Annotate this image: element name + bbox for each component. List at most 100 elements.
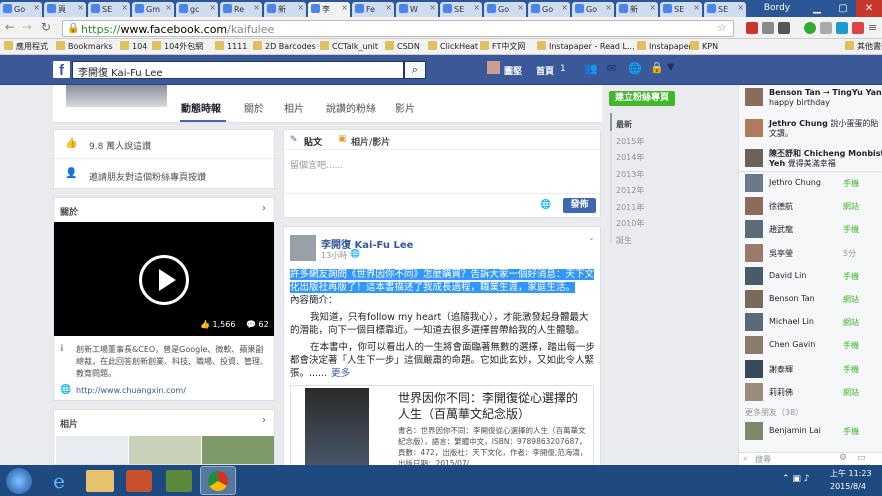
fb-search-input[interactable]: 李開復 Kai-Fu Lee [72,61,404,79]
bookmark-item[interactable]: 104 [120,41,147,51]
close-tab-icon[interactable]: × [385,3,392,12]
bookmark-item[interactable]: Instapaper [637,41,692,51]
extension-icon[interactable] [762,22,774,34]
close-tab-icon[interactable]: × [429,3,436,12]
facebook-logo-icon[interactable]: f [53,61,70,79]
bookmark-item[interactable]: CCTalk_unit [320,41,378,51]
forward-icon[interactable]: → [22,20,32,34]
publish-button[interactable]: 發佈 [563,198,596,213]
reload-icon[interactable]: ↻ [41,20,51,34]
internet-explorer-icon[interactable]: e [46,469,72,493]
close-tab-icon[interactable]: × [77,3,84,12]
minimize-icon[interactable]: ▁ [804,0,830,17]
audience-icon[interactable]: 🌐 [540,200,551,210]
avatar[interactable] [487,61,500,74]
timeline-year[interactable]: 2014年 [616,152,644,163]
close-tab-icon[interactable]: × [693,3,700,12]
bookmark-item[interactable]: 其他書籤 [845,41,882,52]
browser-tab[interactable]: SE × [440,2,482,17]
bookmark-item[interactable]: ClickHeat [428,41,478,51]
browser-tab[interactable]: Go × [528,2,570,17]
chat-settings-icon[interactable]: ⚙ [839,453,847,463]
composer-input[interactable]: 留個言吧...... [290,158,343,171]
close-tab-icon[interactable]: × [297,3,304,12]
timeline-year[interactable]: 最新 [616,119,632,130]
extension-icon[interactable] [804,22,816,34]
close-tab-icon[interactable]: × [605,3,612,12]
timeline-year[interactable]: 2013年 [616,169,644,180]
photo-thumbnail[interactable] [56,436,128,464]
close-tab-icon[interactable]: × [561,3,568,12]
browser-tab[interactable]: SE × [704,2,746,17]
chevron-right-icon[interactable]: › [262,203,266,214]
browser-tab[interactable]: SE × [660,2,702,17]
profile-tab[interactable]: 關於 [244,100,264,115]
close-window-icon[interactable]: ✕ [856,0,882,17]
media-player-icon[interactable] [126,470,152,492]
browser-tab[interactable]: Fe × [352,2,394,17]
bookmark-item[interactable]: Instapaper - Read L... [537,41,635,51]
search-icon[interactable]: ⌕ [404,61,426,79]
video-player[interactable]: 👍 1,566 💬 62 [54,222,274,336]
see-more-link[interactable]: 更多 [331,368,350,379]
status-tab[interactable]: 貼文 [304,135,322,148]
timeline-year[interactable]: 2010年 [616,218,644,229]
bookmark-item[interactable]: 104外包網 [152,41,203,52]
chevron-right-icon[interactable]: › [262,415,266,426]
browser-tab[interactable]: 新 × [264,2,306,17]
browser-tab[interactable]: Go × [484,2,526,17]
browser-tab[interactable]: SE × [88,2,130,17]
chevron-down-icon[interactable]: ⌄ [588,233,595,242]
chat-search[interactable]: ⌕ 搜尋 ⚙ ▭ [738,452,882,465]
clock-date[interactable]: 2015/8/4 [830,482,866,491]
play-button[interactable] [139,255,189,305]
profile-tab[interactable]: 影片 [395,100,415,115]
bookmark-item[interactable]: CSDN [385,41,420,51]
timeline-year[interactable]: 2011年 [616,202,644,213]
nav-home[interactable]: 首頁 [536,64,554,77]
bookmark-item[interactable]: 1111 [215,41,247,51]
notifications-icon[interactable]: 🌐 [628,62,642,75]
avatar[interactable] [290,235,316,261]
browser-tab[interactable]: gc × [176,2,218,17]
chat-options-icon[interactable]: ▭ [857,453,866,463]
browser-tab[interactable]: 頁 × [44,2,86,17]
close-tab-icon[interactable]: × [121,3,128,12]
app-icon[interactable] [166,470,192,492]
link-preview[interactable]: 世界因你不同：李開復從心選擇的人生（百萬華文紀念版） 書名：世界因你不同：李開復… [290,385,594,473]
close-tab-icon[interactable]: × [341,3,348,12]
post-time[interactable]: 13小時 [321,250,347,261]
extension-icon[interactable] [852,22,864,34]
nav-user-name[interactable]: 圖堅 [504,64,522,77]
privacy-icon[interactable]: 🔒 [650,61,664,74]
maximize-icon[interactable]: ▢ [830,0,856,17]
bookmark-item[interactable]: 應用程式 [4,41,48,52]
file-explorer-icon[interactable] [86,470,114,492]
profile-name[interactable]: Bordy [752,0,802,17]
chat-search-input[interactable]: 搜尋 [755,454,771,465]
create-page-button[interactable]: 建立粉絲專頁 [609,91,675,106]
photo-thumbnail[interactable] [202,436,274,464]
close-tab-icon[interactable]: × [649,3,656,12]
friend-requests-icon[interactable]: 👥 [584,62,598,75]
back-icon[interactable]: ← [5,20,15,34]
extension-icon[interactable] [836,22,848,34]
photo-thumbnail[interactable] [129,436,201,464]
timeline-year[interactable]: 2012年 [616,185,644,196]
account-menu-icon[interactable]: ▼ [667,62,675,73]
browser-tab[interactable]: Go × [572,2,614,17]
start-button[interactable] [6,468,32,494]
about-url-link[interactable]: http://www.chuangxin.com/ [76,386,186,395]
photo-video-tab[interactable]: 相片/影片 [351,135,390,148]
profile-tab[interactable]: 動態時報 [181,100,221,115]
close-tab-icon[interactable]: × [209,3,216,12]
invite-friends-link[interactable]: 邀請朋友對這個粉絲專頁按讚 [89,170,206,183]
star-icon[interactable]: ☆ [717,21,727,34]
bookmark-item[interactable]: FT中文网 [480,41,525,52]
post-author[interactable]: 李開復 Kai-Fu Lee [321,236,413,251]
extension-icon[interactable] [820,22,832,34]
close-tab-icon[interactable]: × [517,3,524,12]
close-tab-icon[interactable]: × [33,3,40,12]
timeline-year[interactable]: 誕生 [616,235,632,246]
browser-tab[interactable]: Gm × [132,2,174,17]
